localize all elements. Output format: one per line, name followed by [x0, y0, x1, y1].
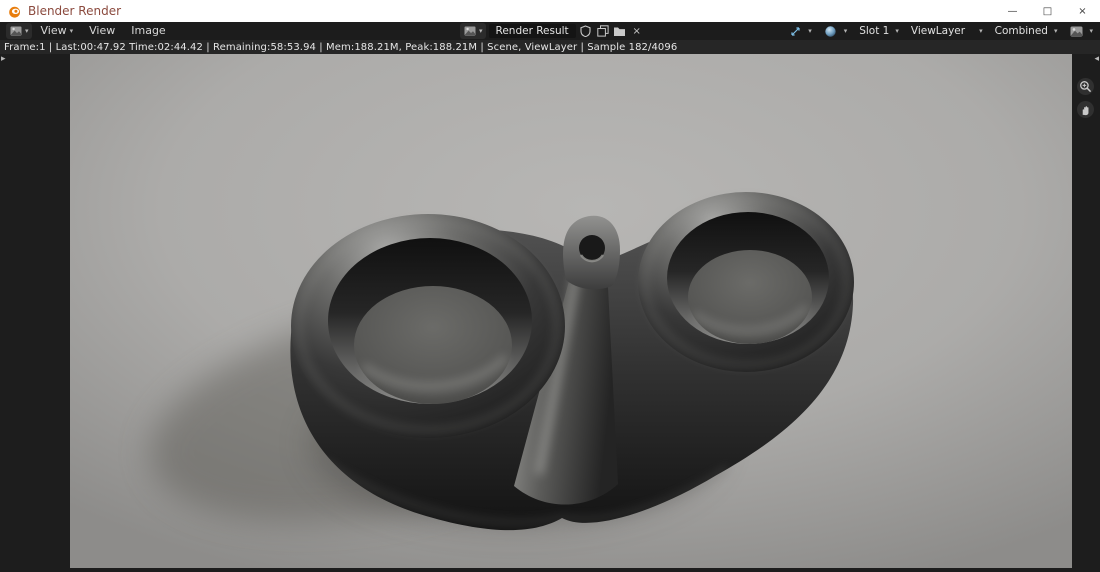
chevron-down-icon: ▾: [979, 26, 983, 35]
display-channels-dropdown[interactable]: ▾: [1066, 24, 1096, 38]
display-channels-icon: [1069, 24, 1083, 38]
menu-image[interactable]: Image: [124, 22, 172, 40]
chevron-down-icon: ▾: [25, 26, 29, 35]
hand-icon: [1079, 103, 1092, 116]
header-right: ▾ ▾ Slot 1 ▾ ViewLayer ▾ Combined ▾ ▾: [785, 22, 1096, 40]
chevron-down-icon: ▾: [1053, 26, 1058, 35]
image-datablock-group: ▾ Render Result ×: [460, 23, 644, 39]
chevron-down-icon: ▾: [1089, 26, 1093, 35]
viewport-side-tools: [1077, 78, 1094, 118]
render-result-image[interactable]: [70, 54, 1072, 568]
render-slot-dropdown[interactable]: Slot 1 ▾: [856, 25, 902, 37]
magnifier-icon: [1079, 80, 1092, 93]
fake-user-shield-icon[interactable]: [579, 24, 593, 38]
zoom-tool-button[interactable]: [1077, 78, 1094, 95]
menu-view[interactable]: View: [82, 22, 122, 40]
chevron-down-icon: ▾: [895, 26, 899, 35]
image-editor-icon: [9, 24, 23, 38]
minimize-button[interactable]: —: [995, 0, 1030, 22]
chevron-down-icon: ▾: [843, 26, 848, 35]
close-button[interactable]: ×: [1065, 0, 1100, 22]
image-icon: [463, 24, 477, 38]
titlebar-left: Blender Render: [0, 4, 121, 19]
pan-tool-button[interactable]: [1077, 101, 1094, 118]
gizmo-arrows-dropdown[interactable]: ▾: [785, 24, 815, 38]
browse-image-dropdown[interactable]: ▾: [460, 23, 486, 39]
view-layer-dropdown[interactable]: ViewLayer ▾: [908, 25, 986, 37]
chevron-down-icon: ▾: [808, 26, 812, 35]
render-pass-dropdown[interactable]: Combined ▾: [992, 25, 1061, 37]
header-left: ▾ View ▾ View Image: [0, 22, 173, 40]
titlebar: Blender Render — □ ×: [0, 0, 1100, 22]
mode-dropdown-view[interactable]: View ▾: [34, 22, 81, 40]
window-title: Blender Render: [28, 4, 122, 18]
sphere-icon: [824, 24, 838, 38]
new-image-icon[interactable]: [596, 24, 610, 38]
image-editor-area: ▸ ◂: [0, 54, 1100, 568]
blender-logo-icon: [7, 4, 22, 19]
shading-sphere-dropdown[interactable]: ▾: [821, 24, 851, 38]
chevron-down-icon: ▾: [69, 26, 74, 35]
editor-type-dropdown[interactable]: ▾: [6, 23, 32, 39]
render-info-bar: Frame:1 | Last:00:47.92 Time:02:44.42 | …: [0, 40, 1100, 54]
unlink-x-icon[interactable]: ×: [630, 24, 644, 38]
render-stats-text: Frame:1 | Last:00:47.92 Time:02:44.42 | …: [4, 41, 678, 53]
image-name-field[interactable]: Render Result: [488, 24, 576, 38]
image-editor-header: ▾ View ▾ View Image ▾ Render Result × ▾ …: [0, 22, 1100, 40]
window-controls: — □ ×: [995, 0, 1100, 22]
toolbar-expand-arrow[interactable]: ▸: [1, 55, 6, 64]
maximize-button[interactable]: □: [1030, 0, 1065, 22]
blender-render-window: Blender Render — □ × ▾ View ▾ View Image…: [0, 0, 1100, 568]
open-folder-icon[interactable]: [613, 24, 627, 38]
chevron-down-icon: ▾: [479, 26, 483, 35]
sidebar-expand-arrow[interactable]: ◂: [1094, 55, 1099, 64]
arrows-icon: [788, 24, 802, 38]
